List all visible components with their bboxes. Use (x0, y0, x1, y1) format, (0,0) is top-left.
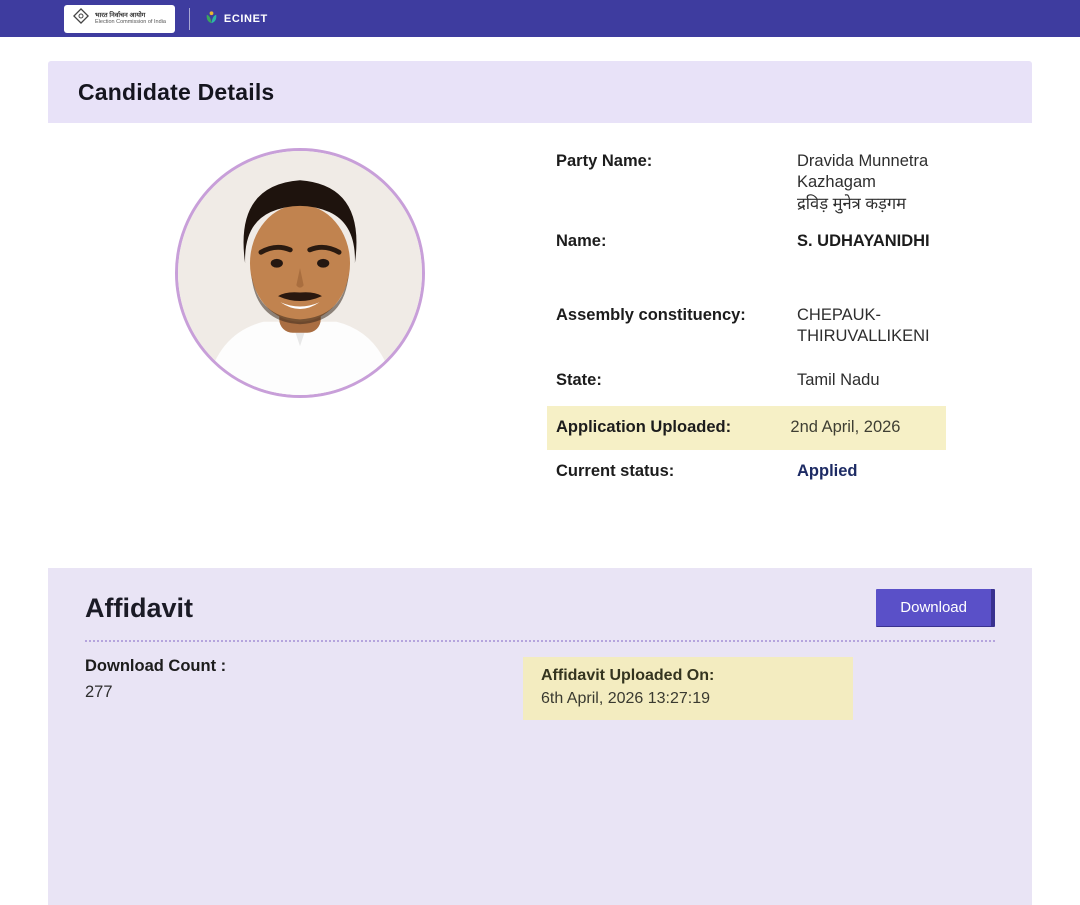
field-row-assembly-constituency: Assembly constituency: CHEPAUK-THIRUVALL… (556, 305, 957, 348)
eci-logo-text: भारत निर्वाचन आयोग Election Commission o… (95, 12, 166, 26)
candidate-photo (175, 148, 425, 398)
assembly-constituency-label: Assembly constituency: (556, 305, 797, 348)
affidavit-title: Affidavit (85, 593, 193, 624)
download-count-label: Download Count : (85, 657, 523, 676)
field-row-party: Party Name: Dravida Munnetra Kazhagam द्… (556, 151, 957, 215)
candidate-details-body: Party Name: Dravida Munnetra Kazhagam द्… (48, 123, 1032, 563)
eci-logo-line1: भारत निर्वाचन आयोग (95, 12, 166, 19)
affidavit-uploaded-value: 6th April, 2026 13:27:19 (541, 690, 835, 708)
field-row-application-uploaded-highlight: Application Uploaded: 2nd April, 2026 (547, 406, 946, 449)
eci-logo[interactable]: भारत निर्वाचन आयोग Election Commission o… (64, 5, 175, 33)
name-label: Name: (556, 231, 797, 252)
candidate-details-header: Candidate Details (48, 61, 1032, 123)
eci-emblem-icon (73, 8, 89, 29)
affidavit-uploaded-label: Affidavit Uploaded On: (541, 667, 835, 685)
dotted-divider (85, 640, 995, 642)
ecinet-label: ECINET (224, 13, 268, 25)
download-button[interactable]: Download (876, 589, 995, 627)
affidavit-body: Download Count : 277 Affidavit Uploaded … (85, 657, 995, 720)
party-name-label: Party Name: (556, 151, 797, 215)
page-title: Candidate Details (78, 79, 274, 106)
state-label: State: (556, 370, 797, 391)
field-row-state: State: Tamil Nadu (556, 370, 957, 391)
download-count-block: Download Count : 277 (85, 657, 523, 720)
app-header: भारत निर्वाचन आयोग Election Commission o… (0, 0, 1080, 37)
current-status-label: Current status: (556, 461, 797, 482)
candidate-photo-wrap (48, 123, 552, 563)
field-row-name: Name: S. UDHAYANIDHI (556, 231, 957, 252)
application-uploaded-value: 2nd April, 2026 (790, 417, 946, 438)
ecinet-icon (204, 10, 219, 28)
party-name-english: Dravida Munnetra Kazhagam (797, 151, 957, 194)
party-name-value: Dravida Munnetra Kazhagam द्रविड़ मुनेत्… (797, 151, 957, 215)
ecinet-logo[interactable]: ECINET (204, 10, 268, 28)
affidavit-header: Affidavit Download (85, 589, 995, 627)
candidate-fields: Party Name: Dravida Munnetra Kazhagam द्… (552, 123, 957, 563)
field-row-current-status: Current status: Applied (556, 461, 957, 482)
state-value: Tamil Nadu (797, 370, 957, 391)
current-status-value: Applied (797, 461, 957, 482)
download-count-value: 277 (85, 683, 523, 702)
party-name-hindi: द्रविड़ मुनेत्र कड़गम (797, 194, 957, 215)
affidavit-section: Affidavit Download Download Count : 277 … (48, 568, 1032, 905)
header-divider (189, 8, 190, 30)
eci-logo-line2: Election Commission of India (95, 19, 166, 25)
candidate-details-card: Candidate Details (48, 61, 1032, 563)
application-uploaded-label: Application Uploaded: (556, 417, 790, 438)
name-value: S. UDHAYANIDHI (797, 231, 957, 252)
affidavit-uploaded-highlight: Affidavit Uploaded On: 6th April, 2026 1… (523, 657, 853, 720)
assembly-constituency-value: CHEPAUK-THIRUVALLIKENI (797, 305, 957, 348)
